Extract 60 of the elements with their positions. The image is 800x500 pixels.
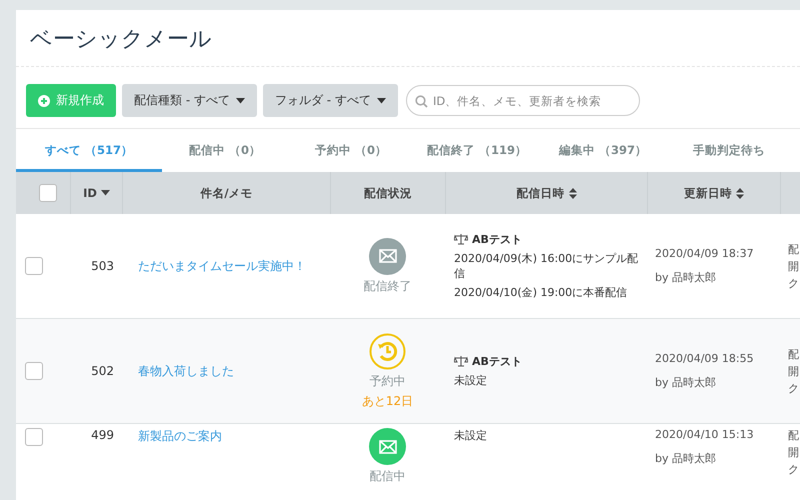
select-all-checkbox[interactable] [38, 184, 56, 202]
status-label: 配信中 [370, 468, 406, 485]
updated-by: by 品時太郎 [655, 375, 717, 390]
column-header[interactable]: 件名/メモ [200, 186, 253, 200]
sort-icon [568, 188, 576, 198]
schedule-text: 2020/04/10(金) 19:00に本番配信 [454, 285, 628, 300]
tab[interactable]: 配信中 （0） [162, 129, 288, 172]
column-header[interactable]: 更新日時 [684, 186, 732, 200]
column-header[interactable]: 配信日時 [516, 186, 564, 200]
subject-link[interactable]: 春物入荷しました [122, 364, 234, 378]
page-title: ベーシックメール [16, 10, 800, 67]
table-cell: 配 [788, 428, 800, 443]
schedule-text: 未設定 [454, 373, 488, 388]
updated-time: 2020/04/10 15:13 [655, 428, 755, 441]
clock-icon [369, 332, 406, 370]
updated-by: by 品時太郎 [655, 270, 717, 285]
table-cell: 開 [788, 445, 800, 460]
ab-test-label: ABテスト [472, 354, 522, 369]
column-header[interactable]: 配信状況 [364, 186, 412, 200]
table-cell: 開 [788, 258, 800, 274]
scale-icon [454, 234, 468, 245]
tab[interactable]: 手動判定待ち [666, 129, 792, 172]
subject-link[interactable]: ただいまタイムセール実施中！ [122, 258, 306, 272]
table-cell: 配 [788, 346, 800, 362]
tab[interactable]: 配信終了 （119） [414, 129, 540, 172]
table-cell: ク [788, 380, 800, 396]
table-cell: ク [788, 276, 800, 290]
filter-dropdown[interactable]: 配信種類 - すべて [122, 84, 257, 117]
status-label: 予約中 [370, 372, 406, 390]
updated-by: by 品時太郎 [655, 451, 717, 466]
row-checkbox[interactable] [25, 428, 43, 446]
tab[interactable]: 予約中 （0） [288, 129, 414, 172]
filter-dropdown[interactable]: フォルダ - すべて [262, 84, 398, 117]
new-button[interactable]: 新規作成 [26, 84, 116, 117]
scale-icon [454, 356, 468, 367]
status-label: 配信終了 [364, 278, 412, 294]
plus-circle-icon [38, 94, 50, 106]
caret-icon [100, 190, 110, 196]
updated-time: 2020/04/09 18:55 [655, 352, 755, 365]
search-icon [414, 95, 428, 108]
ab-test-label: ABテスト [472, 232, 522, 247]
column-header[interactable]: ID [83, 186, 97, 200]
caret-icon [376, 98, 386, 104]
updated-time: 2020/04/09 18:37 [655, 247, 755, 260]
sort-icon [736, 188, 744, 198]
subject-link[interactable]: 新製品のご案内 [122, 429, 222, 443]
row-checkbox[interactable] [25, 362, 43, 380]
id-cell-text: 503 [90, 259, 115, 273]
remaining-days: あと12日 [362, 392, 414, 410]
caret-icon [236, 98, 245, 104]
row-checkbox[interactable] [25, 257, 43, 275]
schedule-text: 未設定 [454, 428, 488, 443]
tab[interactable]: 編集中 （397） [540, 129, 666, 172]
table-cell: ク [788, 462, 800, 477]
search-field[interactable]: ID、件名、メモ、更新者を検索 [406, 85, 640, 116]
id-cell-text: 502 [90, 364, 115, 378]
table-cell: 開 [788, 364, 800, 378]
id-cell-text: 499 [90, 428, 115, 442]
table-cell: 配 [788, 242, 800, 256]
schedule-text: 2020/04/09(木) 16:00にサンプル配信 [454, 251, 640, 281]
